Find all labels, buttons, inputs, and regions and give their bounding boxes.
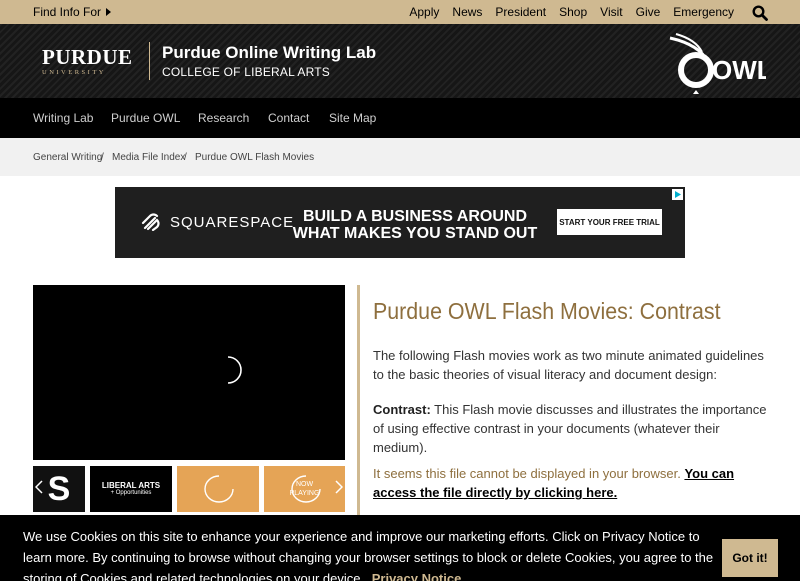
thumbnail-title: LIBERAL ARTS xyxy=(101,481,161,490)
nav-item-contact[interactable]: Contact xyxy=(268,111,309,125)
chevron-right-icon xyxy=(335,480,344,494)
privacy-notice-link[interactable]: Privacy Notice xyxy=(372,571,462,581)
page-title: Purdue OWL Flash Movies: Contrast xyxy=(373,298,721,324)
utility-links: Apply News President Shop Visit Give Eme… xyxy=(396,5,734,19)
find-info-label: Find Info For xyxy=(33,5,102,19)
owl-logo-text: OWL xyxy=(712,55,766,85)
utility-link-president[interactable]: President xyxy=(495,5,546,19)
utility-link-news[interactable]: News xyxy=(452,5,482,19)
chevron-left-icon xyxy=(34,480,43,494)
breadcrumb: General Writing / Media File Index / Pur… xyxy=(0,138,800,176)
cookie-message: We use Cookies on this site to enhance y… xyxy=(23,526,723,581)
thumbnail-subtitle: + Opportunities xyxy=(110,490,152,496)
find-info-menu[interactable]: Find Info For xyxy=(33,5,112,19)
ad-headline-line1: BUILD A BUSINESS AROUND xyxy=(302,208,527,225)
breadcrumb-general-writing[interactable]: General Writing xyxy=(33,152,102,163)
caret-right-icon xyxy=(106,8,112,16)
breadcrumb-separator: / xyxy=(101,152,104,163)
video-thumbnail[interactable]: LIBERAL ARTS + Opportunities xyxy=(90,466,172,512)
breadcrumb-separator: / xyxy=(184,152,187,163)
owl-logo-icon[interactable]: OWL xyxy=(668,32,766,94)
site-header: PURDUE UNIVERSITY Purdue Online Writing … xyxy=(0,24,800,98)
search-icon[interactable] xyxy=(752,5,768,21)
cookie-banner: We use Cookies on this site to enhance y… xyxy=(0,515,800,581)
loading-spinner-icon xyxy=(204,475,234,503)
intro-paragraph: The following Flash movies work as two m… xyxy=(373,348,764,382)
purdue-logo[interactable]: PURDUE UNIVERSITY xyxy=(42,46,133,76)
college-name[interactable]: COLLEGE OF LIBERAL ARTS xyxy=(162,65,330,79)
squarespace-logo: SQUARESPACE xyxy=(140,213,294,231)
site-title[interactable]: Purdue Online Writing Lab xyxy=(162,43,376,63)
video-thumbnail-now-playing[interactable]: NOW PLAYING xyxy=(264,466,345,512)
file-notice-text: It seems this file cannot be displayed i… xyxy=(373,466,685,481)
nav-item-research[interactable]: Research xyxy=(198,111,249,125)
now-playing-line1: NOW xyxy=(295,481,314,488)
video-thumbnail-carousel: S LIBERAL ARTS + Opportunities NOW PLAYI… xyxy=(33,466,345,512)
contrast-label: Contrast: xyxy=(373,402,431,417)
content-panel: Purdue OWL Flash Movies: Contrast The fo… xyxy=(357,285,800,515)
header-divider xyxy=(149,42,150,80)
video-player[interactable] xyxy=(33,285,345,460)
now-playing-label: NOW PLAYING xyxy=(264,480,345,498)
ad-cta-button[interactable]: START YOUR FREE TRIAL xyxy=(557,209,662,235)
utility-link-shop[interactable]: Shop xyxy=(559,5,587,19)
contrast-paragraph: Contrast: This Flash movie discusses and… xyxy=(373,400,773,457)
ad-brand: SQUARESPACE xyxy=(170,213,295,231)
carousel-next-button[interactable] xyxy=(335,480,344,497)
nav-item-purdue-owl[interactable]: Purdue OWL xyxy=(111,111,180,125)
adchoices-icon[interactable] xyxy=(672,189,683,200)
file-notice: It seems this file cannot be displayed i… xyxy=(373,464,773,502)
primary-nav: Writing Lab Purdue OWL Research Contact … xyxy=(0,98,800,138)
utility-link-apply[interactable]: Apply xyxy=(409,5,439,19)
utility-link-give[interactable]: Give xyxy=(636,5,661,19)
nav-item-site-map[interactable]: Site Map xyxy=(329,111,376,125)
utility-link-visit[interactable]: Visit xyxy=(600,5,622,19)
cookie-accept-button[interactable]: Got it! xyxy=(722,539,778,577)
ad-headline-line2: WHAT MAKES YOU STAND OUT xyxy=(292,225,538,242)
carousel-prev-button[interactable] xyxy=(34,480,43,497)
utility-link-emergency[interactable]: Emergency xyxy=(673,5,734,19)
cookie-message-text: We use Cookies on this site to enhance y… xyxy=(23,529,714,581)
video-thumbnail[interactable] xyxy=(177,466,259,512)
contrast-description: This Flash movie discusses and illustrat… xyxy=(373,402,767,455)
purdue-wordmark: PURDUE xyxy=(42,45,133,69)
squarespace-icon xyxy=(141,213,160,231)
ad-headline: BUILD A BUSINESS AROUND WHAT MAKES YOU S… xyxy=(290,208,540,242)
nav-item-writing-lab[interactable]: Writing Lab xyxy=(33,111,93,125)
utility-bar: Find Info For Apply News President Shop … xyxy=(0,0,800,24)
breadcrumb-media-file-index[interactable]: Media File Index xyxy=(112,152,185,163)
loading-spinner-icon xyxy=(227,356,242,384)
now-playing-line2: PLAYING xyxy=(289,490,320,497)
breadcrumb-current-page: Purdue OWL Flash Movies xyxy=(195,152,315,163)
advertisement-banner[interactable]: SQUARESPACE BUILD A BUSINESS AROUND WHAT… xyxy=(115,187,685,258)
university-wordmark: UNIVERSITY xyxy=(42,69,106,76)
